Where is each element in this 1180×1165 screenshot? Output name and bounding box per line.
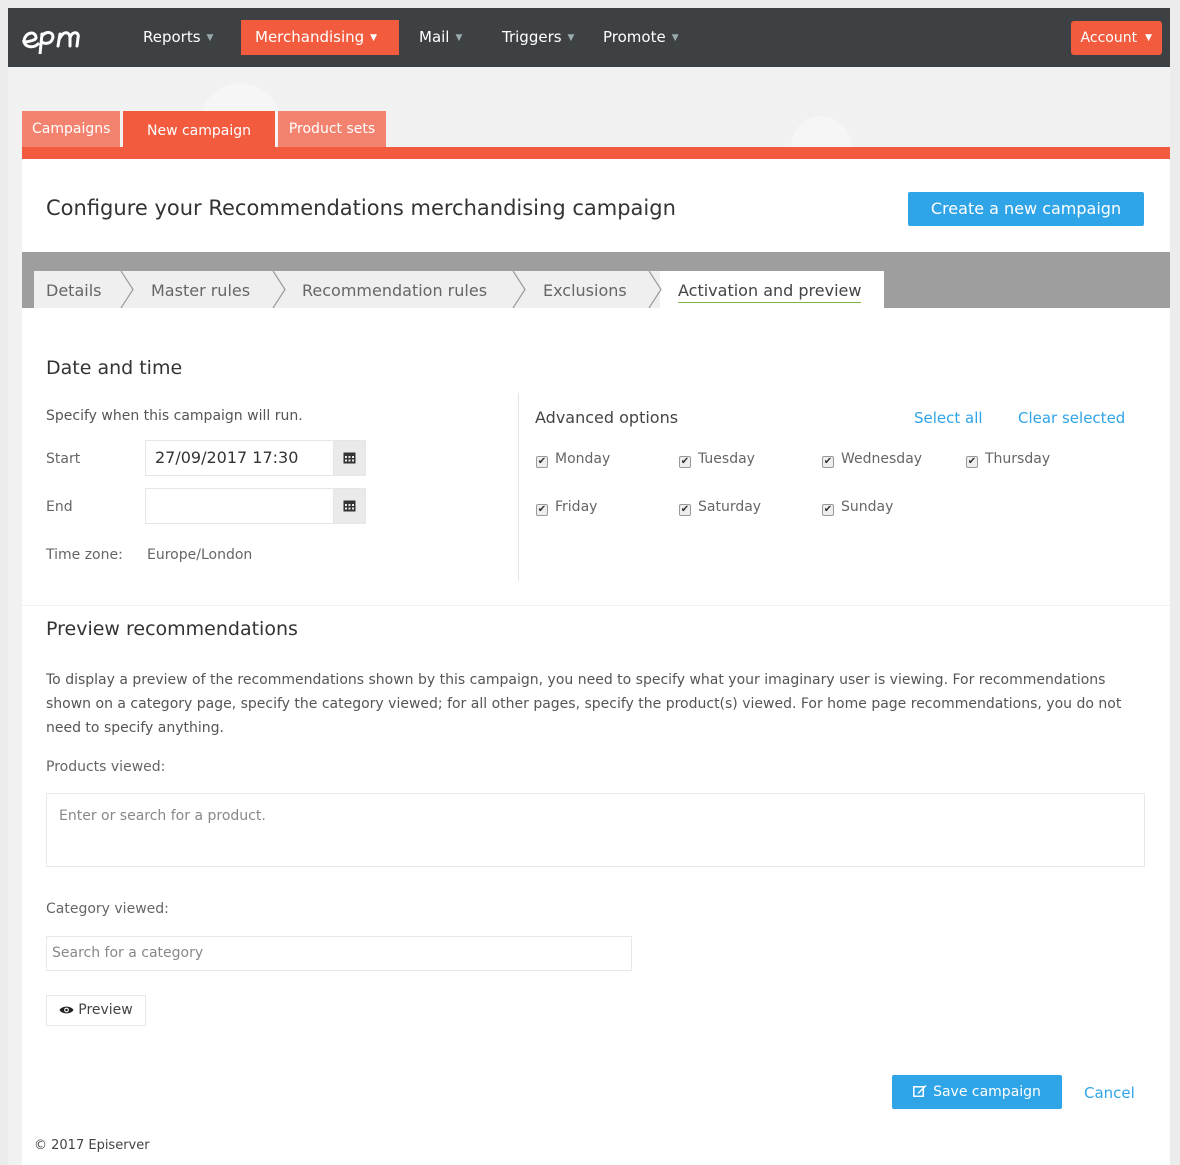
step-activation-and-preview-label: Activation and preview: [678, 281, 862, 303]
day-label: Wednesday: [841, 451, 923, 467]
top-navbar: Reports ▼ Merchandising ▼ Mail ▼ Triggers ▼ …: [8, 8, 1170, 67]
step-details-label: Details: [46, 281, 102, 300]
eye-icon: [59, 1006, 74, 1014]
app-frame: Reports ▼ Merchandising ▼ Mail ▼ Triggers ▼ …: [8, 8, 1170, 1165]
day-label: Friday: [555, 499, 598, 515]
preview-heading: Preview recommendations: [46, 618, 298, 640]
select-all-link[interactable]: Select all: [914, 409, 983, 427]
main-panel: Configure your Recommendations merchandi…: [22, 159, 1170, 1165]
chevron-right-icon: [120, 271, 134, 308]
day-checkbox-tuesday[interactable]: ✔ Tuesday: [679, 451, 755, 468]
preview-button-label: Preview: [78, 1002, 133, 1018]
save-campaign-label: Save campaign: [933, 1084, 1041, 1100]
account-label: Account: [1080, 30, 1138, 46]
nav-reports[interactable]: Reports ▼: [129, 20, 227, 55]
start-datetime-input[interactable]: 27/09/2017 17:30: [145, 440, 334, 476]
day-label: Tuesday: [698, 451, 755, 467]
day-checkbox-monday[interactable]: ✔ Monday: [536, 451, 610, 468]
start-calendar-button[interactable]: [333, 440, 366, 476]
caret-down-icon: ▼: [1145, 33, 1152, 43]
section-divider: [22, 605, 1170, 606]
day-label: Monday: [555, 451, 611, 467]
checkbox-checked-icon[interactable]: ✔: [536, 504, 548, 516]
checkbox-checked-icon[interactable]: ✔: [822, 456, 834, 468]
nav-triggers-label: Triggers: [502, 28, 562, 46]
checkbox-checked-icon[interactable]: ✔: [679, 504, 691, 516]
day-label: Sunday: [841, 499, 894, 515]
step-recommendation-rules[interactable]: Recommendation rules: [302, 271, 487, 308]
step-exclusions[interactable]: Exclusions: [543, 271, 627, 308]
step-details[interactable]: Details: [46, 271, 101, 308]
products-viewed-input[interactable]: Enter or search for a product.: [46, 793, 1145, 867]
checkbox-checked-icon[interactable]: ✔: [536, 456, 548, 468]
day-checkbox-saturday[interactable]: ✔ Saturday: [679, 499, 761, 516]
products-viewed-label: Products viewed:: [46, 759, 166, 775]
chevron-right-icon: [512, 271, 526, 308]
save-campaign-button[interactable]: Save campaign: [892, 1075, 1062, 1109]
tab-product-sets[interactable]: Product sets: [278, 111, 386, 147]
checkbox-checked-icon[interactable]: ✔: [679, 456, 691, 468]
nav-promote[interactable]: Promote ▼: [589, 20, 693, 55]
nav-mail-label: Mail: [419, 28, 450, 46]
cancel-link[interactable]: Cancel: [1084, 1084, 1135, 1102]
step-exclusions-label: Exclusions: [543, 281, 627, 300]
date-time-heading: Date and time: [46, 357, 183, 379]
tab-campaigns[interactable]: Campaigns: [22, 111, 120, 147]
episerver-logo[interactable]: [20, 20, 100, 54]
edit-icon: [913, 1085, 927, 1098]
nav-mail[interactable]: Mail ▼: [405, 20, 476, 55]
chevron-right-icon: [648, 271, 662, 308]
day-checkbox-sunday[interactable]: ✔ Sunday: [822, 499, 893, 516]
tab-campaigns-label: Campaigns: [32, 121, 111, 137]
tab-product-sets-label: Product sets: [288, 121, 376, 137]
chevron-right-icon: [272, 271, 286, 308]
caret-down-icon: ▼: [206, 33, 214, 43]
day-checkbox-wednesday[interactable]: ✔ Wednesday: [822, 451, 922, 468]
start-label: Start: [46, 451, 81, 467]
step-master-rules[interactable]: Master rules: [151, 271, 250, 308]
end-datetime-input[interactable]: [145, 488, 334, 524]
page-title: Configure your Recommendations merchandi…: [46, 196, 676, 220]
step-activation-and-preview[interactable]: Activation and preview: [678, 271, 862, 308]
tab-underline-bar: [22, 147, 1170, 159]
tab-new-campaign[interactable]: New campaign: [123, 111, 276, 151]
step-master-rules-label: Master rules: [151, 281, 251, 300]
time-zone-label: Time zone:: [46, 547, 123, 563]
caret-down-icon: ▼: [370, 33, 378, 43]
day-checkbox-friday[interactable]: ✔ Friday: [536, 499, 597, 516]
clear-selected-link[interactable]: Clear selected: [1018, 409, 1125, 427]
end-label: End: [46, 499, 73, 515]
caret-down-icon: ▼: [671, 33, 679, 43]
caret-down-icon: ▼: [455, 33, 463, 43]
tab-new-campaign-label: New campaign: [147, 123, 252, 139]
time-zone-value: Europe/London: [147, 547, 253, 563]
preview-description: To display a preview of the recommendati…: [46, 672, 1122, 736]
advanced-options-heading: Advanced options: [535, 408, 679, 427]
column-divider: [518, 393, 519, 581]
day-label: Saturday: [698, 499, 762, 515]
nav-triggers[interactable]: Triggers ▼: [488, 20, 588, 55]
category-search-input[interactable]: Search for a category: [46, 936, 632, 971]
day-label: Thursday: [985, 451, 1051, 467]
account-menu-button[interactable]: Account ▼: [1070, 21, 1162, 55]
caret-down-icon: ▼: [567, 33, 575, 43]
checkbox-checked-icon[interactable]: ✔: [966, 456, 978, 468]
nav-merchandising-label: Merchandising: [255, 28, 365, 46]
date-time-intro: Specify when this campaign will run.: [46, 408, 303, 424]
category-viewed-label: Category viewed:: [46, 901, 169, 917]
calendar-icon: [343, 452, 356, 464]
end-calendar-button[interactable]: [333, 488, 366, 524]
preview-button[interactable]: Preview: [46, 995, 146, 1026]
nav-merchandising[interactable]: Merchandising ▼: [241, 20, 399, 55]
create-new-campaign-button[interactable]: Create a new campaign: [908, 192, 1144, 226]
checkbox-checked-icon[interactable]: ✔: [822, 504, 834, 516]
nav-promote-label: Promote: [603, 28, 666, 46]
calendar-icon: [343, 500, 356, 512]
step-recommendation-rules-label: Recommendation rules: [302, 281, 488, 300]
day-checkbox-thursday[interactable]: ✔ Thursday: [966, 451, 1050, 468]
footer-copyright: © 2017 Episerver: [34, 1138, 150, 1153]
wizard-steps-bar: Details Master rules Recommendation rule…: [22, 252, 1170, 308]
nav-reports-label: Reports: [143, 28, 201, 46]
